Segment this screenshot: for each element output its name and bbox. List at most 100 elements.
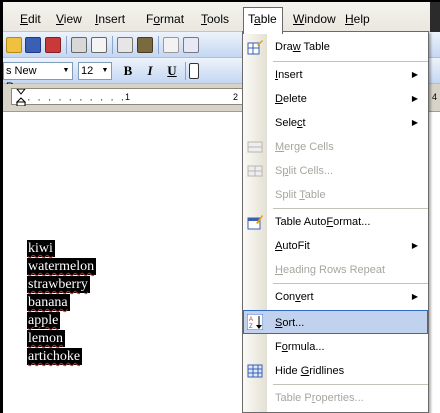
- menu-tools-label: ools: [207, 12, 230, 26]
- font-size-value: 12: [81, 65, 94, 77]
- svg-text:A: A: [249, 317, 253, 323]
- window-edge-dark: [430, 2, 440, 32]
- menu-item-autofit[interactable]: AutoFit ▶: [243, 234, 428, 258]
- chevron-down-icon[interactable]: ▼: [60, 63, 72, 79]
- submenu-arrow-icon: ▶: [411, 70, 418, 79]
- spelling-icon[interactable]: [117, 37, 133, 53]
- menu-item-label: Select: [275, 117, 306, 129]
- menu-tools[interactable]: Tools: [197, 9, 233, 29]
- menu-item-select[interactable]: Select ▶: [243, 111, 428, 135]
- list-item[interactable]: apple: [27, 312, 61, 329]
- table-menu-dropdown: Draw Table Insert ▶ Delete ▶ Select ▶ Me…: [242, 31, 429, 413]
- selected-word-list[interactable]: kiwi watermelon strawberry banana apple …: [27, 240, 97, 366]
- autoformat-icon: [247, 215, 263, 230]
- list-item[interactable]: artichoke: [27, 348, 83, 365]
- list-item[interactable]: watermelon: [27, 258, 97, 275]
- menu-help[interactable]: Help: [341, 9, 374, 29]
- ruler-number: 4: [432, 92, 438, 102]
- font-size-combo[interactable]: 12 ▼: [78, 62, 112, 80]
- submenu-arrow-icon: ▶: [411, 94, 418, 103]
- menu-item-hide-gridlines[interactable]: Hide Gridlines: [243, 359, 428, 383]
- ruler-number: 1: [125, 92, 131, 102]
- menu-item-label: Sort...: [275, 317, 305, 329]
- menu-item-convert[interactable]: Convert ▶: [243, 285, 428, 309]
- align-left-icon[interactable]: [189, 63, 199, 79]
- menu-separator: [273, 283, 428, 284]
- permission-icon[interactable]: [45, 37, 61, 53]
- menu-edit[interactable]: Edit: [16, 9, 45, 29]
- menu-item-table-autoformat[interactable]: Table AutoFormat...: [243, 210, 428, 234]
- copy-icon[interactable]: [183, 37, 199, 53]
- menu-item-heading-rows-repeat[interactable]: Heading Rows Repeat: [243, 258, 428, 282]
- menu-window-mnemonic: W: [293, 12, 305, 26]
- font-name-combo[interactable]: s New Roman ▼: [3, 62, 73, 93]
- menu-item-delete[interactable]: Delete ▶: [243, 87, 428, 111]
- menu-item-label: Heading Rows Repeat: [275, 264, 386, 276]
- submenu-arrow-icon: ▶: [411, 292, 418, 301]
- menu-item-insert[interactable]: Insert ▶: [243, 63, 428, 87]
- menu-item-label: Table AutoFormat...: [275, 216, 371, 228]
- menu-bar: Edit View Insert Format Tools Table Wind…: [3, 2, 440, 34]
- menu-help-label: elp: [353, 12, 370, 26]
- ruler-number: 2: [233, 92, 239, 102]
- cut-icon[interactable]: [163, 37, 179, 53]
- menu-edit-mnemonic: E: [20, 12, 29, 26]
- ruler-ticks: ··········: [26, 96, 131, 106]
- menu-table-label: ble: [260, 12, 277, 26]
- gridlines-icon: [247, 364, 263, 378]
- menu-item-split-table[interactable]: Split Table: [243, 183, 428, 207]
- list-item[interactable]: kiwi: [27, 240, 55, 257]
- toolbar-separator: [185, 62, 186, 80]
- menu-item-label: Convert: [275, 291, 314, 303]
- research-icon[interactable]: [137, 37, 153, 53]
- menu-item-label: Insert: [275, 69, 303, 81]
- menu-item-table-properties[interactable]: Table Properties...: [243, 386, 428, 410]
- menu-help-mnemonic: H: [345, 12, 354, 26]
- open-folder-icon[interactable]: [6, 37, 22, 53]
- list-item[interactable]: banana: [27, 294, 70, 311]
- menu-format[interactable]: Format: [142, 9, 188, 29]
- menu-table[interactable]: Table: [243, 7, 283, 34]
- menu-item-label: Split Table: [275, 189, 326, 201]
- menu-view-label: iew: [63, 12, 82, 26]
- menu-item-label: AutoFit: [275, 240, 310, 252]
- menu-separator: [273, 208, 428, 209]
- menu-separator: [273, 61, 428, 62]
- chevron-down-icon[interactable]: ▼: [99, 63, 111, 79]
- menu-item-label: Delete: [275, 93, 307, 105]
- menu-item-draw-table[interactable]: Draw Table: [243, 35, 428, 59]
- menu-item-label: Draw Table: [275, 41, 330, 53]
- menu-item-formula[interactable]: Formula...: [243, 335, 428, 359]
- menu-view[interactable]: View: [52, 9, 86, 29]
- submenu-arrow-icon: ▶: [411, 241, 418, 250]
- toolbar-separator: [112, 36, 113, 54]
- menu-item-merge-cells[interactable]: Merge Cells: [243, 135, 428, 159]
- menu-item-label: Table Properties...: [275, 392, 364, 404]
- toolbar-separator: [158, 36, 159, 54]
- merge-cells-icon: [247, 141, 263, 153]
- print-preview-icon[interactable]: [91, 37, 107, 53]
- print-icon[interactable]: [71, 37, 87, 53]
- menu-item-label: Hide Gridlines: [275, 365, 345, 377]
- sort-ascending-icon: A Z: [247, 314, 263, 330]
- bold-button[interactable]: B: [119, 62, 137, 80]
- toolbar-separator: [66, 36, 67, 54]
- menu-format-label: rmat: [160, 12, 185, 26]
- save-icon[interactable]: [25, 37, 41, 53]
- menu-edit-label: dit: [28, 12, 41, 26]
- menu-table-mnemonic: a: [254, 12, 261, 26]
- menu-window[interactable]: Window: [289, 9, 340, 29]
- indent-marker-icon[interactable]: [16, 89, 26, 106]
- horizontal-ruler[interactable]: ·········· 1 2: [11, 88, 247, 106]
- italic-button[interactable]: I: [141, 62, 159, 80]
- list-item[interactable]: strawberry: [27, 276, 90, 293]
- menu-item-label: Merge Cells: [275, 141, 334, 153]
- menu-item-split-cells[interactable]: Split Cells...: [243, 159, 428, 183]
- underline-button[interactable]: U: [163, 62, 181, 80]
- list-item[interactable]: lemon: [27, 330, 65, 347]
- menu-insert-label: nsert: [98, 12, 126, 26]
- menu-item-sort[interactable]: A Z Sort...: [243, 310, 428, 334]
- svg-text:Z: Z: [249, 324, 253, 330]
- menu-insert[interactable]: Insert: [91, 9, 129, 29]
- menu-item-label: Split Cells...: [275, 165, 334, 177]
